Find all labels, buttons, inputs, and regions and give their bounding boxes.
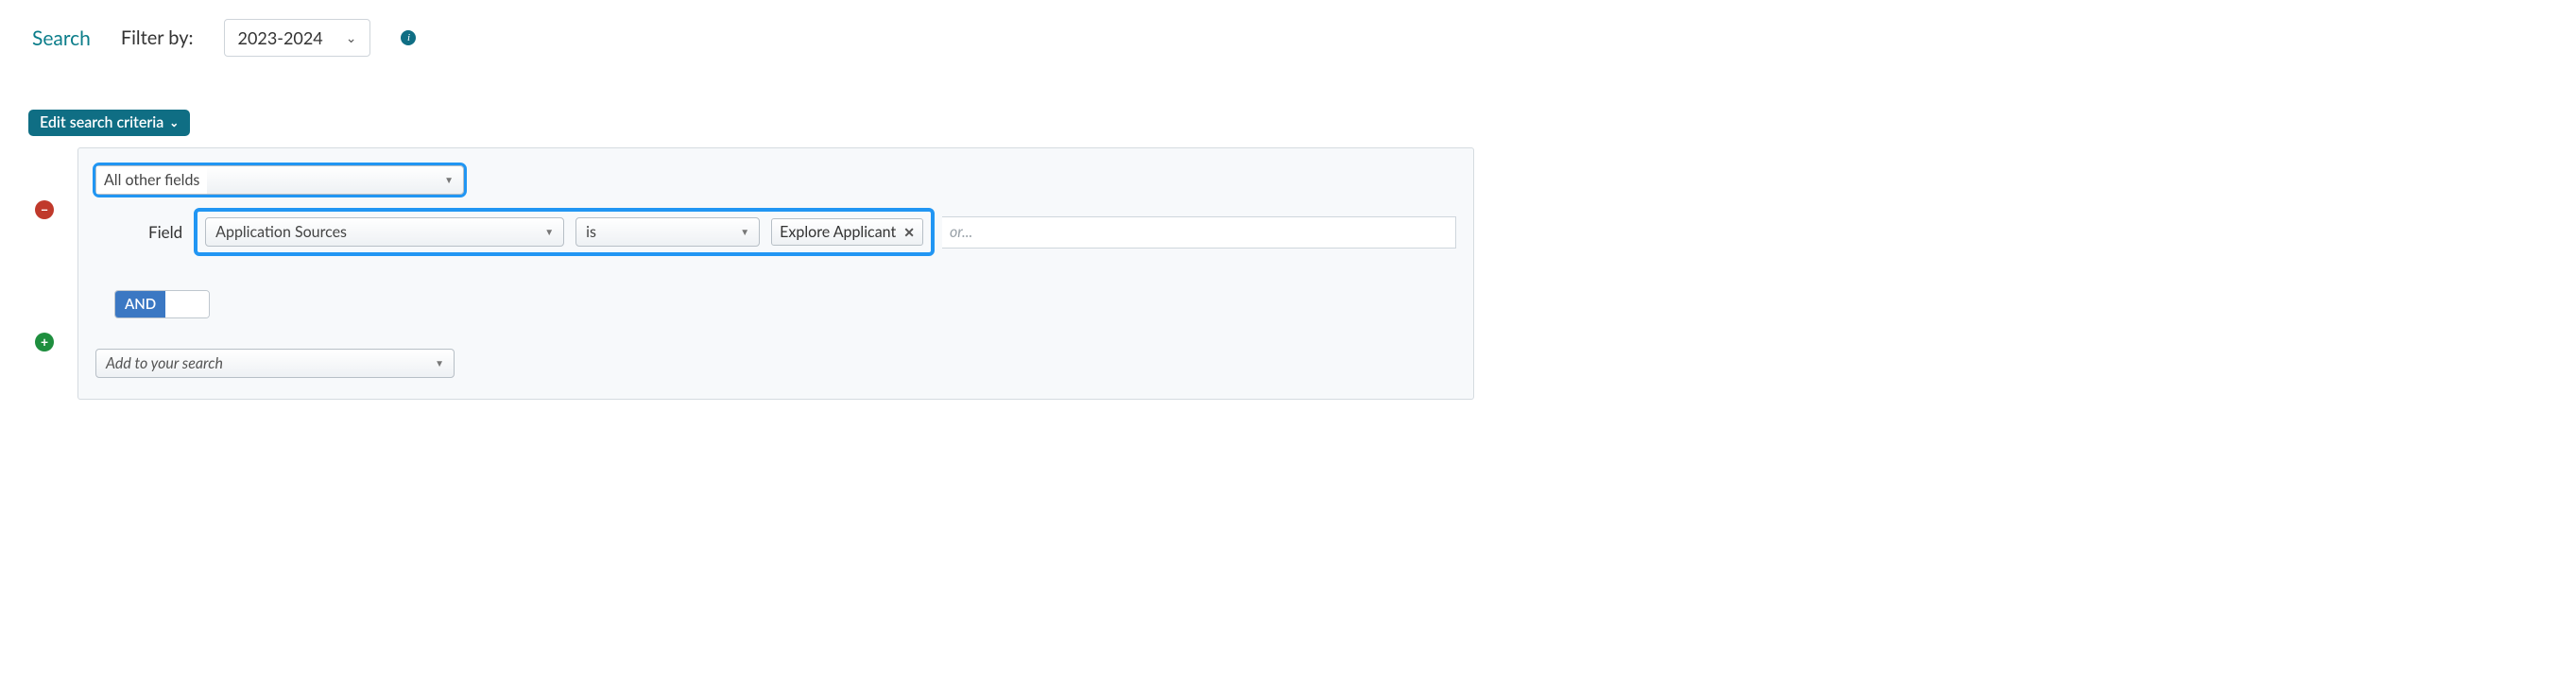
add-to-search-select[interactable]: Add to your search ▼ bbox=[95, 349, 455, 378]
value-input[interactable]: or... bbox=[942, 216, 1456, 249]
remove-chip-icon[interactable]: ✕ bbox=[903, 224, 915, 241]
field-select-value: Application Sources bbox=[215, 223, 347, 241]
triangle-down-icon: ▼ bbox=[740, 227, 749, 238]
chevron-down-icon: ⌄ bbox=[346, 29, 357, 46]
value-input-placeholder: or... bbox=[950, 223, 972, 241]
category-select-value: All other fields bbox=[96, 166, 207, 194]
year-select-value: 2023-2024 bbox=[238, 27, 323, 48]
add-criteria-icon[interactable]: + bbox=[35, 333, 54, 352]
category-select[interactable]: All other fields ▼ bbox=[95, 165, 464, 195]
remove-criteria-icon[interactable]: − bbox=[35, 200, 54, 219]
year-select[interactable]: 2023-2024 ⌄ bbox=[224, 19, 371, 57]
search-tab[interactable]: Search bbox=[32, 26, 91, 50]
triangle-down-icon: ▼ bbox=[544, 227, 554, 238]
value-chip[interactable]: Explore Applicant ✕ bbox=[771, 218, 923, 246]
field-row-label: Field bbox=[148, 222, 182, 242]
triangle-down-icon: ▼ bbox=[444, 175, 454, 186]
add-to-search-placeholder: Add to your search bbox=[106, 354, 223, 372]
field-condition-group: Application Sources ▼ is ▼ Explore Appli… bbox=[197, 212, 931, 252]
chevron-down-icon: ⌄ bbox=[169, 115, 179, 129]
field-select[interactable]: Application Sources ▼ bbox=[205, 217, 564, 247]
logic-toggle-label: AND bbox=[115, 291, 165, 317]
value-chip-label: Explore Applicant bbox=[780, 223, 896, 241]
logic-toggle[interactable]: AND bbox=[114, 290, 210, 318]
operator-select[interactable]: is ▼ bbox=[575, 217, 760, 247]
logic-toggle-alt bbox=[165, 291, 209, 317]
edit-search-criteria-label: Edit search criteria bbox=[40, 113, 163, 131]
info-icon[interactable]: i bbox=[401, 30, 416, 45]
operator-select-value: is bbox=[586, 223, 596, 241]
search-criteria-panel: All other fields ▼ Field Application Sou… bbox=[77, 147, 1474, 400]
filter-by-label: Filter by: bbox=[121, 26, 194, 49]
triangle-down-icon: ▼ bbox=[435, 358, 444, 369]
edit-search-criteria-button[interactable]: Edit search criteria ⌄ bbox=[28, 110, 190, 136]
